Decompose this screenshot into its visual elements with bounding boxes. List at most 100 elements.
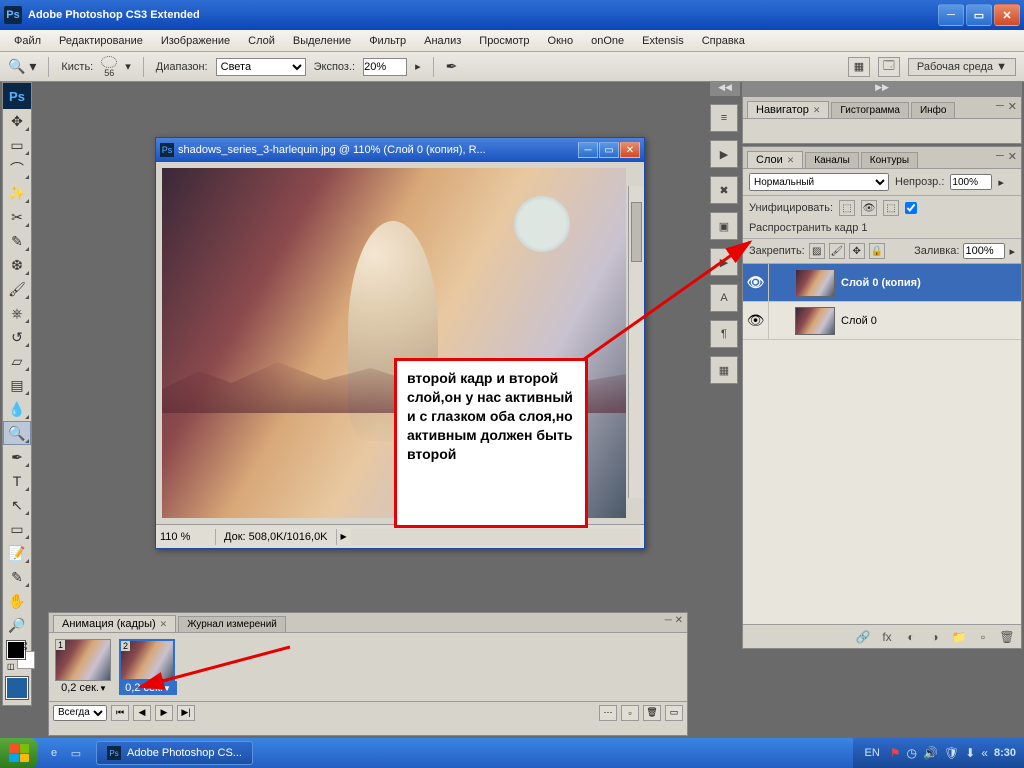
menu-help[interactable]: Справка [694,33,753,49]
brush-tool[interactable]: 🖌 [3,277,31,301]
unify-position-icon[interactable]: ⬚ [839,200,855,216]
menu-extensis[interactable]: Extensis [634,33,692,49]
eyedropper-tool[interactable]: ✎ [3,565,31,589]
opacity-slider-icon[interactable]: ▸ [998,176,1004,189]
clock[interactable]: 8:30 [994,747,1016,759]
menu-filter[interactable]: Фильтр [361,33,414,49]
gradient-tool[interactable]: ▤ [3,373,31,397]
panel-close-icon[interactable]: ✕ [1008,100,1017,113]
tab-animation[interactable]: Анимация (кадры)✕ [53,615,176,632]
hand-tool[interactable]: ✋ [3,589,31,613]
zoom-tool[interactable]: 🔎 [3,613,31,637]
range-select[interactable]: Света [216,58,306,76]
layer-visibility-icon[interactable]: 👁 [743,302,769,339]
marquee-tool[interactable]: ▭ [3,133,31,157]
brush-preview-icon[interactable] [101,56,117,68]
panel-close-icon[interactable]: ✕ [1008,150,1017,163]
loop-select[interactable]: Всегда [53,705,107,721]
layer-mask-button[interactable]: ◐ [901,628,921,646]
adjustment-layer-button[interactable]: ◑ [925,628,945,646]
panel-collapse-icon[interactable]: ─ [996,100,1004,113]
doc-info-menu-icon[interactable]: ▶ [341,532,347,541]
screen-mode-button[interactable]: 🗔 [878,57,900,77]
blur-tool[interactable]: 💧 [3,397,31,421]
brush-picker-arrow-icon[interactable]: ▾ [125,60,131,73]
airbrush-icon[interactable]: ✒ [446,58,458,75]
notes-tool[interactable]: 📝 [3,541,31,565]
tab-measurement-log[interactable]: Журнал измерений [178,616,286,632]
tray-updates-icon[interactable]: ⬇ [965,746,975,760]
menu-select[interactable]: Выделение [285,33,359,49]
layer-row-1[interactable]: 👁 Слой 0 [743,302,1021,340]
pen-tool[interactable]: ✒ [3,445,31,469]
exposure-input[interactable] [363,58,407,76]
dock-tools-icon[interactable]: ✖ [710,176,738,204]
tab-navigator[interactable]: Навигатор✕ [747,101,829,118]
slice-tool[interactable]: ✎ [3,229,31,253]
menu-file[interactable]: Файл [6,33,49,49]
dock-para-icon[interactable]: ¶ [710,320,738,348]
tray-antivirus-icon[interactable]: ⚑ [890,746,901,760]
layer-name[interactable]: Слой 0 [841,315,877,327]
window-minimize-button[interactable]: ─ [938,4,964,26]
tab-paths[interactable]: Контуры [861,152,918,168]
dodge-tool[interactable]: 🔍 [3,421,31,445]
fill-input[interactable] [963,243,1005,259]
vertical-scrollbar[interactable] [628,186,644,498]
document-titlebar[interactable]: Ps shadows_series_3-harlequin.jpg @ 110%… [156,138,644,162]
workspace-menu-button[interactable]: Рабочая среда ▼ [908,58,1016,76]
layer-thumbnail[interactable] [795,269,835,297]
opacity-input[interactable] [950,174,992,190]
unify-style-icon[interactable]: ⬚ [883,200,899,216]
window-maximize-button[interactable]: ▭ [966,4,992,26]
doc-minimize-button[interactable]: ─ [578,142,598,158]
taskbar-photoshop[interactable]: Ps Adobe Photoshop CS... [96,741,253,765]
exposure-slider-arrow-icon[interactable]: ▸ [415,60,421,73]
lock-all-icon[interactable]: 🔒 [869,243,885,259]
frame-2[interactable]: 2 0,2 сек.▼ [119,639,177,695]
tab-channels[interactable]: Каналы [805,152,859,168]
frame-1[interactable]: 1 0,2 сек.▼ [55,639,113,695]
lock-pixels-icon[interactable]: 🖌 [829,243,845,259]
propagate-checkbox[interactable] [905,202,917,214]
panel-collapse-icon[interactable]: ─ [996,150,1004,163]
crop-tool[interactable]: ✂ [3,205,31,229]
ql-desktop-icon[interactable]: ▭ [66,742,86,764]
fill-slider-icon[interactable]: ▸ [1009,245,1015,258]
timeline-mode-button[interactable]: ▭ [665,705,683,721]
dock-toggle-right-icon[interactable]: ▶▶ [742,82,1022,96]
tray-more-icon[interactable]: « [981,746,988,760]
blend-mode-select[interactable]: Нормальный [749,173,889,191]
swap-colors-icon[interactable]: ⤭ [20,641,27,652]
lock-position-icon[interactable]: ✥ [849,243,865,259]
panel-collapse-button[interactable]: ─ ✕ [665,615,683,626]
zoom-field[interactable]: 110 % [156,529,216,545]
dock-clone-icon[interactable]: ▶ [710,140,738,168]
window-close-button[interactable]: ✕ [994,4,1020,26]
tray-network-icon[interactable]: ◷ [907,746,917,760]
new-layer-button[interactable]: ▫ [973,628,993,646]
horizontal-scrollbar[interactable] [351,529,640,545]
doc-info[interactable]: Док: 508,0K/1016,0K [216,529,337,545]
eraser-tool[interactable]: ▱ [3,349,31,373]
magic-wand-tool[interactable]: ✨ [3,181,31,205]
menu-image[interactable]: Изображение [153,33,238,49]
dock-toggle-icon[interactable]: ◀◀ [710,82,740,96]
dock-char-icon[interactable]: A [710,284,738,312]
layer-row-0[interactable]: 👁 Слой 0 (копия) [743,264,1021,302]
duplicate-frame-button[interactable]: ▫ [621,705,639,721]
tab-layers[interactable]: Слои✕ [747,151,803,168]
dock-brushes-icon[interactable]: ≡ [710,104,738,132]
delete-frame-button[interactable]: 🗑 [643,705,661,721]
link-layers-button[interactable]: 🔗 [853,628,873,646]
lasso-tool[interactable]: ⌒ [3,157,31,181]
first-frame-button[interactable]: ⏮ [111,705,129,721]
lang-indicator[interactable]: EN [861,747,884,759]
menu-edit[interactable]: Редактирование [51,33,151,49]
menu-layer[interactable]: Слой [240,33,283,49]
tray-volume-icon[interactable]: 🔊 [923,746,938,760]
unify-visibility-icon[interactable]: 👁 [861,200,877,216]
menu-view[interactable]: Просмотр [471,33,537,49]
default-colors-icon[interactable]: ◫ [7,662,15,671]
file-browser-button[interactable]: ▦ [848,57,870,77]
